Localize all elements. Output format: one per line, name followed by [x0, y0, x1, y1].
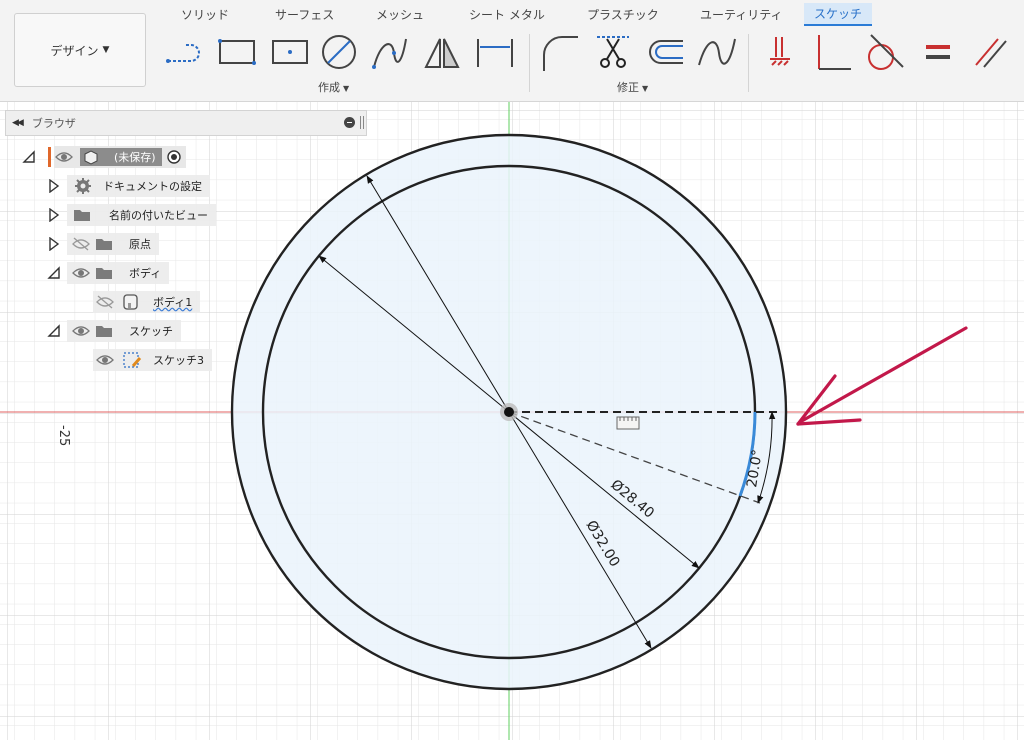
tab-plastic[interactable]: プラスチック	[587, 6, 659, 23]
activate-radio-icon[interactable]	[166, 149, 182, 165]
sketch-canvas[interactable]: Ø28.40 Ø32.00 20.0°	[0, 102, 1024, 740]
root-label: (未保存)	[114, 151, 156, 164]
node-label: ボディ1	[153, 296, 193, 309]
perpendicular-constraint-icon[interactable]	[815, 33, 855, 73]
browser-node-sketches[interactable]: スケッチ	[47, 320, 181, 342]
folder-icon	[96, 326, 112, 337]
center-rectangle-tool-icon[interactable]	[270, 33, 310, 73]
parallel-constraint-icon[interactable]	[970, 33, 1010, 73]
tab-surface[interactable]: サーフェス	[275, 6, 334, 23]
browser-title: ブラウザ	[31, 117, 76, 130]
node-label: 名前の付いたビュー	[109, 209, 208, 222]
tab-sheet-metal[interactable]: シート メタル	[469, 6, 545, 23]
tab-solid[interactable]: ソリッド	[181, 6, 229, 23]
measure-icon[interactable]	[616, 416, 640, 430]
expanded-arrow-icon[interactable]	[47, 266, 61, 280]
body-icon	[123, 294, 138, 310]
folder-icon	[96, 268, 112, 279]
dimension-tool-icon[interactable]	[475, 33, 515, 73]
sketch-scale-tool-icon[interactable]	[697, 33, 737, 73]
collapsed-arrow-icon[interactable]	[47, 208, 61, 222]
modify-menu[interactable]: 修正 ▼	[617, 79, 648, 95]
line-tool-icon[interactable]	[165, 33, 205, 73]
component-icon	[84, 150, 98, 165]
node-label: スケッチ3	[153, 354, 204, 367]
toolbar: デザイン ▼ ソリッド サーフェス メッシュ シート メタル プラスチック ユー…	[0, 0, 1024, 102]
folder-icon	[74, 210, 90, 221]
browser-node-document-settings[interactable]: ドキュメントの設定	[47, 175, 210, 197]
chevron-down-icon: ▼	[102, 45, 110, 55]
chevron-down-icon: ▼	[642, 84, 649, 93]
workspace-label: デザイン	[50, 43, 99, 58]
eye-icon[interactable]	[71, 266, 91, 280]
mirror-tool-icon[interactable]	[422, 33, 462, 73]
browser-panel-header: ◀◀ ブラウザ	[5, 110, 367, 136]
center-point[interactable]	[504, 407, 514, 417]
fix-constraint-icon[interactable]	[762, 33, 802, 73]
browser-node-sketch3[interactable]: スケッチ3	[93, 349, 212, 371]
node-label: ドキュメントの設定	[103, 180, 202, 193]
create-label: 作成	[318, 81, 340, 94]
chevron-down-icon: ▼	[343, 84, 350, 93]
browser-node-origin[interactable]: 原点	[47, 233, 159, 255]
axis-tick-label: -25	[56, 425, 71, 447]
eye-hidden-icon[interactable]	[71, 237, 91, 251]
offset-tool-icon[interactable]	[645, 33, 685, 73]
create-menu[interactable]: 作成 ▼	[318, 79, 349, 95]
browser-node-body1[interactable]: ボディ1	[93, 291, 201, 313]
node-label: スケッチ	[129, 325, 173, 338]
collapse-panel-icon[interactable]: ◀◀	[12, 118, 24, 128]
canvas-svg: Ø28.40 Ø32.00 20.0°	[0, 102, 1024, 740]
browser-node-bodies[interactable]: ボディ	[47, 262, 170, 284]
trim-tool-icon[interactable]	[593, 33, 633, 73]
spline-tool-icon[interactable]	[370, 33, 410, 73]
fillet-tool-icon[interactable]	[540, 33, 580, 73]
folder-icon	[96, 239, 112, 250]
sketch-icon	[123, 352, 142, 368]
gear-icon	[75, 178, 91, 194]
node-label: 原点	[129, 238, 151, 251]
eye-icon[interactable]	[71, 324, 91, 338]
collapsed-arrow-icon[interactable]	[47, 237, 61, 251]
tab-sketch[interactable]: スケッチ	[804, 3, 873, 26]
active-indicator	[48, 147, 51, 167]
equal-constraint-icon[interactable]	[918, 33, 958, 73]
collapsed-arrow-icon[interactable]	[47, 179, 61, 193]
divider	[748, 34, 749, 92]
browser-root-node[interactable]: (未保存)	[22, 146, 186, 168]
browser-node-named-views[interactable]: 名前の付いたビュー	[47, 204, 216, 226]
eye-icon[interactable]	[54, 150, 74, 164]
minimize-icon[interactable]	[344, 117, 355, 128]
eye-hidden-icon[interactable]	[95, 295, 115, 309]
workspace-switcher[interactable]: デザイン ▼	[14, 13, 146, 87]
expanded-arrow-icon[interactable]	[22, 150, 36, 164]
circle-tool-icon[interactable]	[319, 33, 359, 73]
divider	[529, 34, 530, 92]
tab-utility[interactable]: ユーティリティ	[700, 6, 783, 23]
tab-mesh[interactable]: メッシュ	[376, 6, 424, 23]
modify-label: 修正	[617, 81, 639, 94]
node-label: ボディ	[129, 267, 162, 280]
tangent-constraint-icon[interactable]	[865, 33, 905, 73]
rectangle-tool-icon[interactable]	[217, 33, 257, 73]
eye-icon[interactable]	[95, 353, 115, 367]
expanded-arrow-icon[interactable]	[47, 324, 61, 338]
resize-handle[interactable]	[360, 116, 364, 129]
